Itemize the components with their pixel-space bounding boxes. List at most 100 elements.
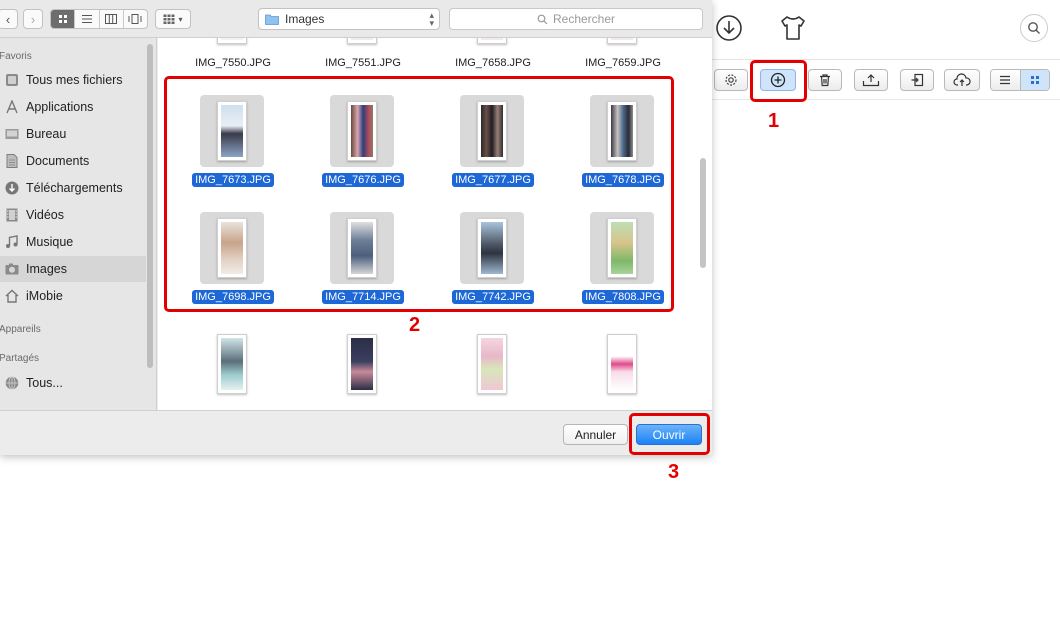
sidebar-item-label: Téléchargements <box>26 181 123 195</box>
search-field[interactable]: Rechercher <box>449 8 703 30</box>
search-icon <box>1028 22 1040 34</box>
devices-header: Appareils <box>0 324 41 335</box>
tshirt-icon[interactable] <box>778 12 808 44</box>
delete-button[interactable] <box>808 69 842 91</box>
documents-icon <box>4 153 20 169</box>
sidebar-item-label: Musique <box>26 235 74 249</box>
annotation-box-3 <box>629 413 710 455</box>
sidebar: Favoris Tous mes fichiers Applications B… <box>0 38 157 410</box>
annotation-box-1 <box>750 60 807 102</box>
sidebar-item-label: iMobie <box>26 289 63 303</box>
search-placeholder: Rechercher <box>552 12 616 26</box>
import-button[interactable] <box>900 69 934 91</box>
annotation-number-2: 2 <box>409 314 421 336</box>
favorites-header: Favoris <box>0 51 32 62</box>
gear-icon <box>725 74 737 86</box>
sidebar-item-label: Applications <box>26 100 94 114</box>
export-to-computer-button[interactable] <box>854 69 888 91</box>
chevron-left-icon: ‹ <box>5 11 11 27</box>
path-label: Images <box>285 12 325 26</box>
columns-icon <box>105 14 118 24</box>
file-item[interactable] <box>558 328 688 410</box>
import-icon <box>911 73 924 87</box>
sidebar-item-all-files[interactable]: Tous mes fichiers <box>0 67 146 93</box>
sidebar-item-applications[interactable]: Applications <box>0 94 146 120</box>
path-popup[interactable]: Images ▴ ▾ <box>258 8 440 30</box>
sidebar-item-label: Documents <box>26 154 90 168</box>
sidebar-item-music[interactable]: Musique <box>0 229 146 255</box>
videos-icon <box>4 207 20 223</box>
sidebar-item-all-shared[interactable]: Tous... <box>0 370 146 396</box>
download-icon[interactable] <box>714 12 744 44</box>
sidebar-item-images[interactable]: Images <box>0 256 146 282</box>
desktop-icon <box>4 126 20 142</box>
arrange-grid-icon <box>163 14 175 24</box>
view-mode-toggle <box>990 69 1050 91</box>
file-thumbnail <box>347 38 377 44</box>
cancel-button[interactable]: Annuler <box>563 424 628 445</box>
icon-view-button[interactable] <box>51 10 75 28</box>
sidebar-item-label: Vidéos <box>26 208 64 222</box>
list-view-button[interactable] <box>991 70 1020 90</box>
sidebar-item-documents[interactable]: Documents <box>0 148 146 174</box>
sidebar-item-videos[interactable]: Vidéos <box>0 202 146 228</box>
settings-button[interactable] <box>714 69 748 91</box>
arrange-button[interactable]: ▾ <box>155 9 191 29</box>
file-grid-scrollbar[interactable] <box>700 158 706 268</box>
forward-button[interactable]: › <box>23 9 43 29</box>
sidebar-item-label: Tous... <box>26 376 63 390</box>
chevron-right-icon: › <box>30 11 36 27</box>
file-thumbnail <box>347 334 377 394</box>
annotation-number-1: 1 <box>768 110 780 132</box>
file-item[interactable] <box>298 328 428 410</box>
cloud-upload-button[interactable] <box>944 69 980 91</box>
app-top-bar <box>712 0 1060 60</box>
sidebar-item-label: Bureau <box>26 127 67 141</box>
cover-flow-button[interactable] <box>122 10 147 28</box>
images-icon <box>4 261 20 277</box>
sidebar-scrollbar[interactable] <box>147 44 153 368</box>
sidebar-item-downloads[interactable]: Téléchargements <box>0 175 146 201</box>
music-icon <box>4 234 20 250</box>
all-files-icon <box>4 72 20 88</box>
chevron-down-icon: ▾ <box>178 14 183 24</box>
file-name: IMG_7659.JPG <box>585 57 661 69</box>
dialog-toolbar: ‹ › ▾ Images ▴ ▾ Rechercher <box>0 0 712 38</box>
column-view-button[interactable] <box>98 10 123 28</box>
file-thumbnail <box>217 334 247 394</box>
view-options <box>50 9 148 29</box>
grid-icon <box>1030 76 1039 84</box>
file-thumbnail <box>477 38 507 44</box>
file-item[interactable] <box>428 328 558 410</box>
file-name: IMG_7551.JPG <box>325 57 401 69</box>
file-name: IMG_7658.JPG <box>455 57 531 69</box>
grid-view-button[interactable] <box>1019 70 1049 90</box>
file-item[interactable] <box>168 328 298 410</box>
sidebar-item-label: Images <box>26 262 67 276</box>
list-icon <box>81 14 92 24</box>
file-thumbnail <box>477 334 507 394</box>
sidebar-item-imobie[interactable]: iMobie <box>0 283 146 309</box>
applications-icon <box>4 99 20 115</box>
export-icon <box>862 74 880 87</box>
dialog-button-bar: Annuler Ouvrir <box>0 410 712 455</box>
cloud-upload-icon <box>953 73 971 86</box>
folder-icon <box>265 14 279 25</box>
back-button[interactable]: ‹ <box>0 9 18 29</box>
home-icon <box>4 288 20 304</box>
file-thumbnail <box>607 38 637 44</box>
list-icon <box>1000 75 1011 85</box>
sidebar-item-desktop[interactable]: Bureau <box>0 121 146 147</box>
annotation-number-3: 3 <box>668 461 680 483</box>
app-search-button[interactable] <box>1020 14 1048 42</box>
file-thumbnail <box>607 334 637 394</box>
cover-flow-icon <box>128 14 142 24</box>
shared-header: Partagés <box>0 353 40 364</box>
downloads-icon <box>4 180 20 196</box>
list-view-button[interactable] <box>74 10 98 28</box>
icon-view-icon <box>58 15 67 23</box>
file-name: IMG_7550.JPG <box>195 57 271 69</box>
network-icon <box>4 375 20 391</box>
trash-icon <box>820 74 830 87</box>
file-thumbnail <box>217 38 247 44</box>
